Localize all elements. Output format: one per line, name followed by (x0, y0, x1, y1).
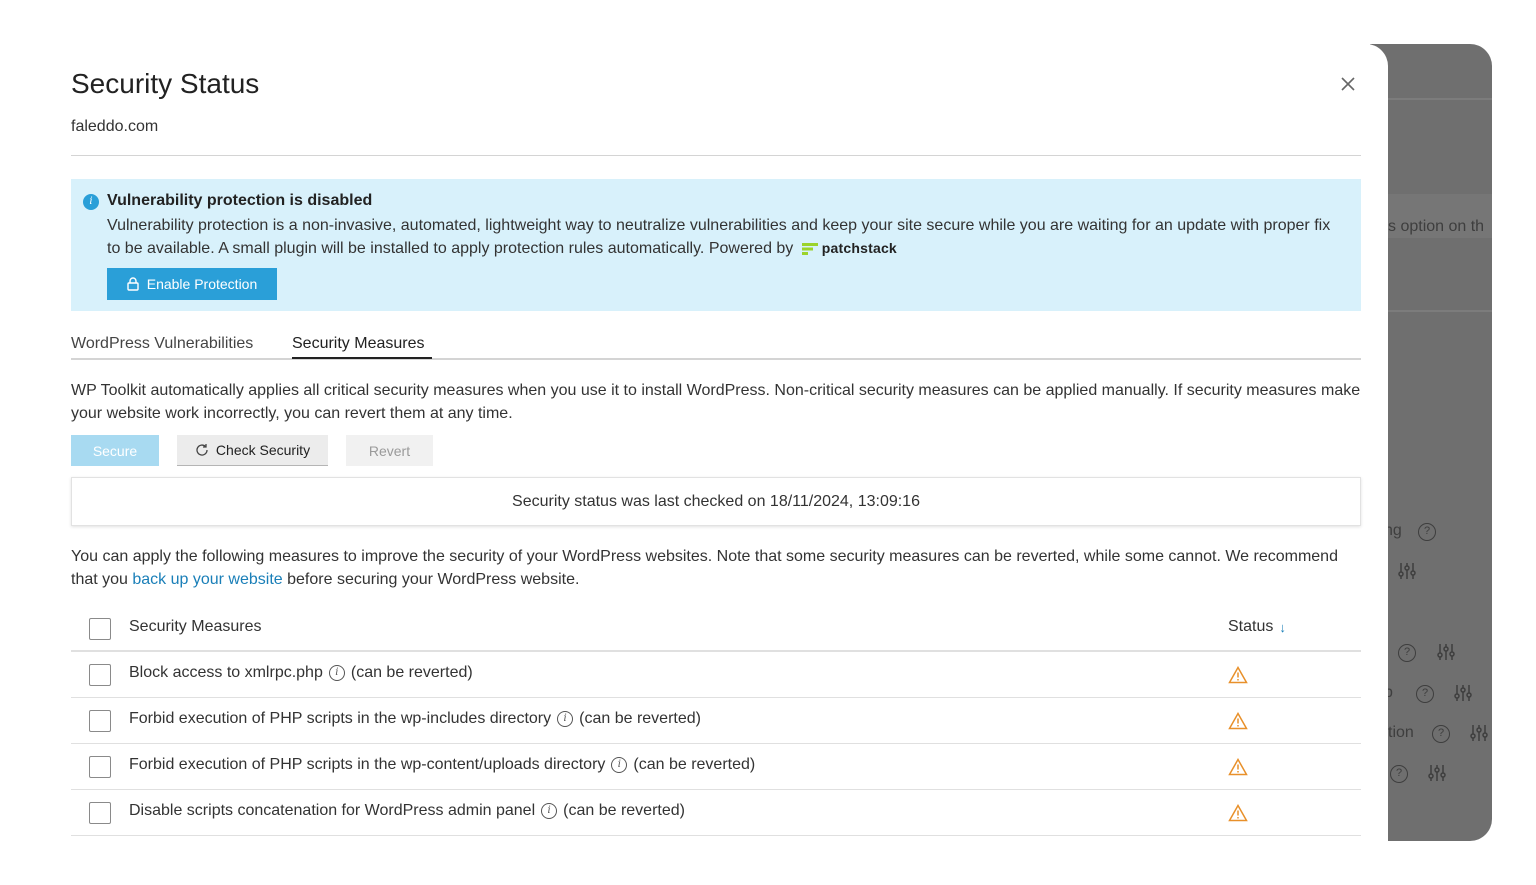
info-icon[interactable]: i (541, 803, 558, 819)
header-divider (71, 155, 1361, 156)
measure-name: Disable scripts concatenation for WordPr… (129, 802, 685, 820)
site-domain: faleddo.com (71, 118, 159, 135)
sliders-icon (1454, 685, 1472, 701)
security-status-dialog: Security Status faleddo.com i Vulnerabil… (0, 44, 1388, 885)
enable-protection-button[interactable]: Enable Protection (107, 268, 277, 300)
note-text-after: before securing your WordPress website. (282, 571, 580, 588)
patchstack-logo-icon (801, 242, 818, 255)
measures-note: You can apply the following measures to … (71, 545, 1361, 591)
tab-wordpress-vulnerabilities[interactable]: WordPress Vulnerabilities (71, 335, 253, 353)
table-header: Security Measures Status ↓ (71, 606, 1361, 652)
measure-label: Forbid execution of PHP scripts in the w… (129, 710, 552, 727)
measure-name: Forbid execution of PHP scripts in the w… (129, 710, 701, 728)
measure-label: Block access to xmlrpc.php (129, 664, 323, 681)
help-icon: ? (1418, 523, 1436, 541)
table-row: Forbid execution of PHP scripts in the w… (71, 698, 1361, 744)
status-header-label: Status (1228, 618, 1274, 635)
measure-label: Forbid execution of PHP scripts in the w… (129, 756, 606, 773)
background-text: tion (1388, 724, 1414, 741)
warning-icon (1228, 666, 1248, 684)
vulnerability-alert: i Vulnerability protection is disabled V… (71, 179, 1361, 311)
close-icon[interactable] (1338, 74, 1358, 94)
measure-label: Disable scripts concatenation for WordPr… (129, 802, 536, 819)
row-checkbox[interactable] (89, 756, 111, 778)
help-icon: ? (1432, 725, 1450, 743)
enable-protection-label: Enable Protection (146, 276, 258, 292)
refresh-icon (196, 444, 208, 456)
last-checked-status: Security status was last checked on 18/1… (71, 477, 1361, 526)
tab-security-measures[interactable]: Security Measures (292, 335, 425, 353)
measure-note: (can be reverted) (350, 664, 473, 681)
sliders-icon (1398, 563, 1416, 579)
sort-arrow-icon: ↓ (1279, 619, 1286, 635)
revert-button[interactable]: Revert (346, 435, 433, 466)
column-header-status[interactable]: Status ↓ (1228, 618, 1286, 636)
help-icon: ? (1398, 644, 1416, 662)
info-icon[interactable]: i (328, 665, 345, 681)
check-security-label: Check Security (215, 442, 311, 458)
measure-note: (can be reverted) (563, 802, 685, 819)
row-checkbox[interactable] (89, 710, 111, 732)
measure-name: Block access to xmlrpc.php i (can be rev… (129, 664, 473, 682)
backup-website-link[interactable]: back up your website (132, 571, 282, 588)
row-checkbox[interactable] (89, 802, 111, 824)
help-icon: ? (1390, 765, 1408, 783)
select-all-checkbox[interactable] (89, 618, 111, 640)
active-tab-indicator (292, 357, 432, 359)
tab-bar: WordPress Vulnerabilities Security Measu… (71, 332, 1361, 360)
patchstack-name: patchstack (821, 240, 897, 257)
row-checkbox[interactable] (89, 664, 111, 686)
warning-icon (1228, 712, 1248, 730)
background-divider (1370, 98, 1492, 100)
info-icon[interactable]: i (611, 757, 628, 773)
info-icon[interactable]: i (557, 711, 574, 727)
warning-icon (1228, 804, 1248, 822)
secure-button-label: Secure (92, 442, 138, 459)
table-row: Block access to xmlrpc.php i (can be rev… (71, 652, 1361, 698)
secure-button[interactable]: Secure (71, 435, 159, 466)
measure-note: (can be reverted) (579, 710, 701, 727)
check-security-button[interactable]: Check Security (177, 435, 328, 466)
sliders-icon (1437, 644, 1455, 660)
security-measures-table: Security Measures Status ↓ Block access … (71, 606, 1361, 836)
sliders-icon (1428, 765, 1446, 781)
screen: s option on th ng ? ? p ? tion ? ? Secur… (0, 0, 1536, 885)
alert-text: Vulnerability protection is a non-invasi… (107, 217, 1331, 257)
security-measures-description: WP Toolkit automatically applies all cri… (71, 382, 1361, 422)
lock-icon (127, 277, 139, 291)
dialog-title: Security Status (71, 68, 260, 99)
column-header-measures: Security Measures (129, 618, 262, 635)
table-row: Disable scripts concatenation for WordPr… (71, 790, 1361, 836)
alert-title: Vulnerability protection is disabled (107, 192, 373, 209)
help-icon: ? (1416, 685, 1434, 703)
alert-body: Vulnerability protection is a non-invasi… (107, 214, 1337, 260)
background-window: s option on th ng ? ? p ? tion ? ? (1370, 44, 1492, 841)
measure-note: (can be reverted) (633, 756, 756, 773)
last-checked-text: Security status was last checked on 18/1… (512, 492, 920, 510)
sliders-icon (1470, 725, 1488, 741)
table-row: Forbid execution of PHP scripts in the w… (71, 744, 1361, 790)
info-icon: i (83, 194, 99, 210)
warning-icon (1228, 758, 1248, 776)
revert-button-label: Revert (368, 442, 411, 459)
measure-name: Forbid execution of PHP scripts in the w… (129, 756, 755, 774)
patchstack-brand: patchstack (801, 237, 897, 260)
background-divider (1370, 310, 1492, 312)
background-text: s option on th (1388, 218, 1485, 235)
